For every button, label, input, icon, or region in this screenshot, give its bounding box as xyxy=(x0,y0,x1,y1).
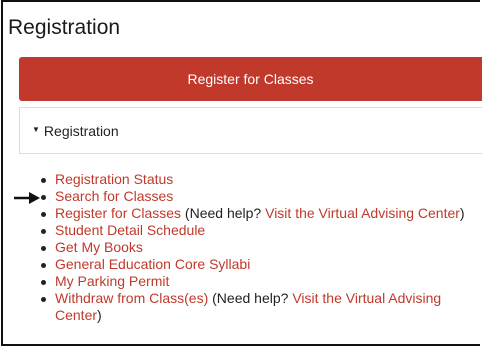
registration-panel-header[interactable]: ▼ Registration xyxy=(19,107,482,154)
list-item: Student Detail Schedule xyxy=(39,222,469,239)
link-general-education-core-syllabi[interactable]: General Education Core Syllabi xyxy=(55,256,250,272)
list-item: Get My Books xyxy=(39,239,469,256)
register-for-classes-button[interactable]: Register for Classes xyxy=(19,57,482,101)
help-suffix-text: ) xyxy=(459,205,465,221)
page-title: Registration xyxy=(8,16,121,39)
link-get-my-books[interactable]: Get My Books xyxy=(55,239,143,255)
list-item: Withdraw from Class(es) (Need help? Visi… xyxy=(39,290,469,324)
help-prefix-text: (Need help? xyxy=(181,205,266,221)
link-registration-status[interactable]: Registration Status xyxy=(55,171,173,187)
registration-link-list: Registration Status Search for Classes R… xyxy=(39,171,469,324)
link-register-for-classes[interactable]: Register for Classes xyxy=(55,205,181,221)
link-withdraw-from-classes[interactable]: Withdraw from Class(es) xyxy=(55,290,208,306)
list-item: General Education Core Syllabi xyxy=(39,256,469,273)
help-suffix-text: ) xyxy=(97,307,102,323)
link-my-parking-permit[interactable]: My Parking Permit xyxy=(55,273,169,289)
caret-down-icon: ▼ xyxy=(32,125,40,134)
link-virtual-advising-center[interactable]: Visit the Virtual Advising Center xyxy=(265,205,460,221)
help-prefix-text: (Need help? xyxy=(208,290,293,306)
arrow-right-icon xyxy=(14,192,40,204)
link-search-for-classes[interactable]: Search for Classes xyxy=(55,188,173,204)
list-item: Search for Classes xyxy=(39,188,469,205)
panel-label: Registration xyxy=(43,122,119,139)
link-student-detail-schedule[interactable]: Student Detail Schedule xyxy=(55,222,205,238)
list-item: Registration Status xyxy=(39,171,469,188)
list-item: My Parking Permit xyxy=(39,273,469,290)
list-item: Register for Classes (Need help? Visit t… xyxy=(39,205,469,222)
